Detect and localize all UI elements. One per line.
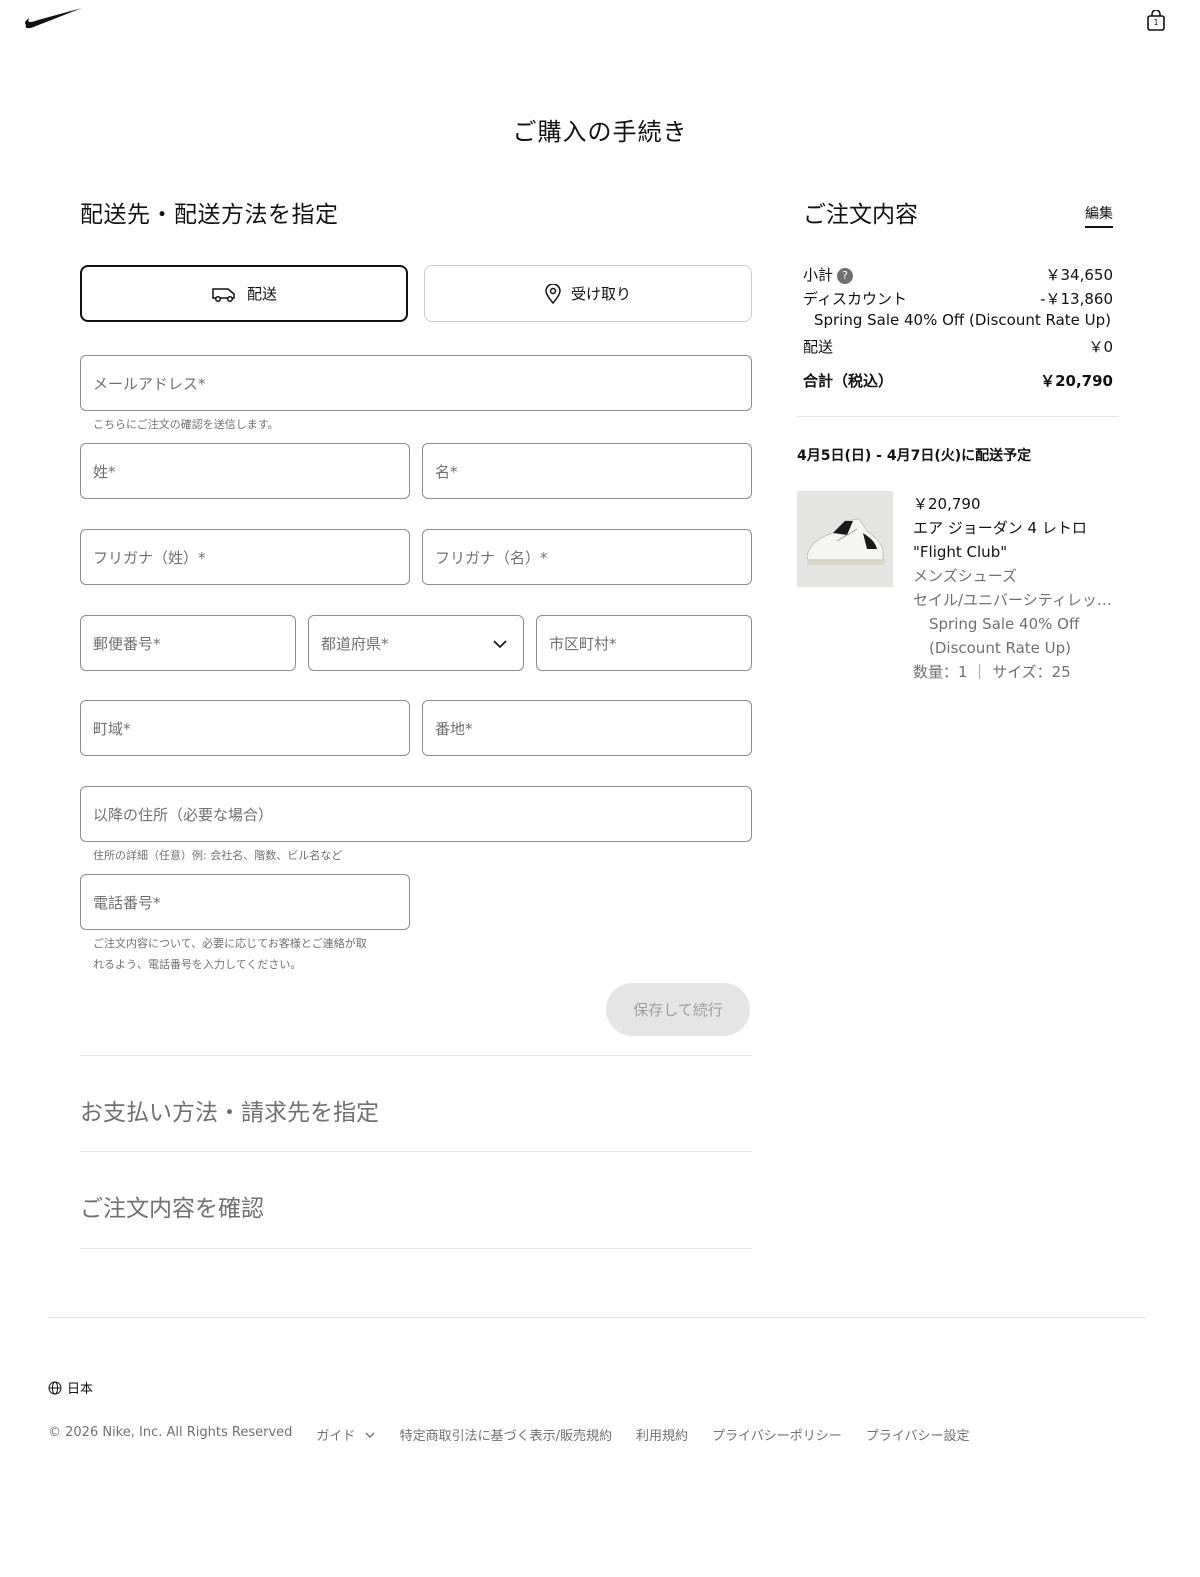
footer-link-privacy-settings[interactable]: プライバシー設定 bbox=[866, 1425, 970, 1444]
shipping-row: 配送 ￥0 bbox=[803, 336, 1113, 357]
product-promo-2: (Discount Rate Up) bbox=[929, 639, 1071, 657]
subtotal-value: ￥34,650 bbox=[1045, 266, 1114, 284]
guide-dropdown[interactable]: ガイド bbox=[316, 1425, 375, 1444]
divider bbox=[80, 1151, 752, 1152]
bag-count: 1 bbox=[1153, 18, 1159, 27]
sale-note: Spring Sale 40% Off (Discount Rate Up) bbox=[813, 311, 1111, 329]
discount-label: ディスカウント bbox=[803, 290, 907, 308]
review-section-title[interactable]: ご注文内容を確認 bbox=[80, 1189, 264, 1223]
city-field[interactable]: 市区町村* bbox=[536, 615, 752, 671]
divider bbox=[797, 416, 1119, 417]
prefecture-placeholder: 都道府県* bbox=[321, 634, 389, 653]
product-promo-1: Spring Sale 40% Off bbox=[929, 615, 1080, 633]
page-title: ご購入の手続き bbox=[512, 118, 688, 146]
product-color: セイル/ユニバーシティレッ… bbox=[913, 591, 1112, 609]
total-value: ￥20,790 bbox=[1040, 372, 1113, 390]
swoosh-logo[interactable] bbox=[24, 6, 84, 30]
footer-links: © 2026 Nike, Inc. All Rights Reserved ガイ… bbox=[48, 1425, 969, 1444]
region-selector[interactable]: 日本 bbox=[48, 1378, 93, 1397]
address2-placeholder: 以降の住所（必要な場合） bbox=[93, 805, 274, 824]
phone-field[interactable]: 電話番号* bbox=[80, 874, 410, 930]
footer-link-terms[interactable]: 利用規約 bbox=[636, 1425, 688, 1444]
email-hint: こちらにご注文の確認を送信します。 bbox=[93, 418, 279, 431]
first-name-field[interactable]: 名* bbox=[422, 443, 752, 499]
header: 1 bbox=[0, 0, 1200, 50]
pickup-tab-label: 受け取り bbox=[570, 285, 631, 303]
street-placeholder: 番地* bbox=[435, 719, 473, 738]
delivery-tab-label: 配送 bbox=[246, 285, 277, 303]
location-pin-icon bbox=[545, 283, 561, 304]
summary-title: ご注文内容 bbox=[803, 202, 918, 228]
save-continue-button[interactable]: 保存して続行 bbox=[606, 983, 750, 1036]
email-placeholder: メールアドレス* bbox=[93, 374, 206, 393]
subtotal-label: 小計? bbox=[803, 264, 854, 285]
product-category: メンズシューズ bbox=[913, 567, 1017, 585]
first-kana-field[interactable]: フリガナ（名）* bbox=[422, 529, 752, 585]
edit-link[interactable]: 編集 bbox=[1085, 203, 1113, 228]
total-row: 合計（税込） ￥20,790 bbox=[803, 370, 1113, 391]
city-placeholder: 市区町村* bbox=[549, 634, 617, 653]
town-field[interactable]: 町域* bbox=[80, 700, 410, 756]
product-name-2: "Flight Club" bbox=[913, 543, 1008, 561]
town-placeholder: 町域* bbox=[93, 719, 131, 738]
street-field[interactable]: 番地* bbox=[422, 700, 752, 756]
globe-icon bbox=[48, 1381, 62, 1394]
last-name-placeholder: 姓* bbox=[93, 462, 116, 481]
phone-hint-line-2: れるよう、電話番号を入力してください。 bbox=[93, 958, 302, 971]
prefecture-select[interactable]: 都道府県* bbox=[308, 615, 524, 671]
truck-icon bbox=[212, 287, 235, 302]
divider bbox=[80, 1248, 752, 1249]
total-label: 合計（税込） bbox=[803, 372, 894, 390]
last-kana-placeholder: フリガナ（姓）* bbox=[93, 548, 206, 567]
postal-code-placeholder: 郵便番号* bbox=[93, 634, 161, 653]
chevron-down-icon bbox=[365, 1432, 375, 1438]
copyright: © 2026 Nike, Inc. All Rights Reserved bbox=[48, 1425, 293, 1440]
product-qty-size: 数量：1 ｜ サイズ：25 bbox=[913, 663, 1071, 681]
chevron-down-icon bbox=[493, 640, 507, 649]
phone-hint: ご注文内容について、必要に応じてお客様とご連絡が取 れるよう、電話番号を入力して… bbox=[93, 933, 367, 975]
guide-label: ガイド bbox=[316, 1429, 356, 1444]
footer-link-commerce[interactable]: 特定商取引法に基づく表示/販売規約 bbox=[400, 1425, 612, 1444]
address2-hint: 住所の詳細（任意）例: 会社名、階数、ビル名など bbox=[93, 849, 343, 862]
subtotal-row: 小計? ￥34,650 bbox=[803, 264, 1113, 285]
address2-field[interactable]: 以降の住所（必要な場合） bbox=[80, 786, 752, 842]
shipping-section: 配送先・配送方法を指定 配送 受け取り メールアドレス* こちらにご注文の確認を… bbox=[80, 195, 752, 1249]
region-label: 日本 bbox=[67, 1382, 94, 1397]
shopping-bag-icon[interactable]: 1 bbox=[1146, 9, 1166, 32]
pickup-tab[interactable]: 受け取り bbox=[424, 265, 752, 322]
last-kana-field[interactable]: フリガナ（姓）* bbox=[80, 529, 410, 585]
last-name-field[interactable]: 姓* bbox=[80, 443, 410, 499]
footer-divider bbox=[48, 1317, 1146, 1318]
email-field[interactable]: メールアドレス* bbox=[80, 355, 752, 411]
first-name-placeholder: 名* bbox=[435, 462, 458, 481]
delivery-tab[interactable]: 配送 bbox=[80, 265, 408, 322]
footer-link-privacy[interactable]: プライバシーポリシー bbox=[712, 1425, 842, 1444]
product-image[interactable] bbox=[797, 491, 893, 587]
discount-row: ディスカウント -￥13,860 bbox=[803, 288, 1113, 309]
first-kana-placeholder: フリガナ（名）* bbox=[435, 548, 548, 567]
shipping-title: 配送先・配送方法を指定 bbox=[80, 202, 339, 228]
help-icon[interactable]: ? bbox=[837, 267, 854, 284]
product-name[interactable]: エア ジョーダン 4 レトロ bbox=[913, 516, 1129, 540]
phone-placeholder: 電話番号* bbox=[93, 893, 161, 912]
shipping-value: ￥0 bbox=[1088, 338, 1113, 356]
divider bbox=[80, 1055, 752, 1056]
payment-section-title[interactable]: お支払い方法・請求先を指定 bbox=[80, 1093, 379, 1127]
discount-value: -￥13,860 bbox=[1040, 290, 1113, 308]
product-info: ￥20,790 エア ジョーダン 4 レトロ "Flight Club" メンズ… bbox=[913, 492, 1129, 684]
phone-hint-line-1: ご注文内容について、必要に応じてお客様とご連絡が取 bbox=[93, 937, 367, 950]
shipping-label: 配送 bbox=[803, 338, 834, 356]
product-price: ￥20,790 bbox=[913, 495, 981, 513]
postal-code-field[interactable]: 郵便番号* bbox=[80, 615, 296, 671]
delivery-estimate: 4月5日(日) - 4月7日(火)に配送予定 bbox=[797, 448, 1032, 464]
